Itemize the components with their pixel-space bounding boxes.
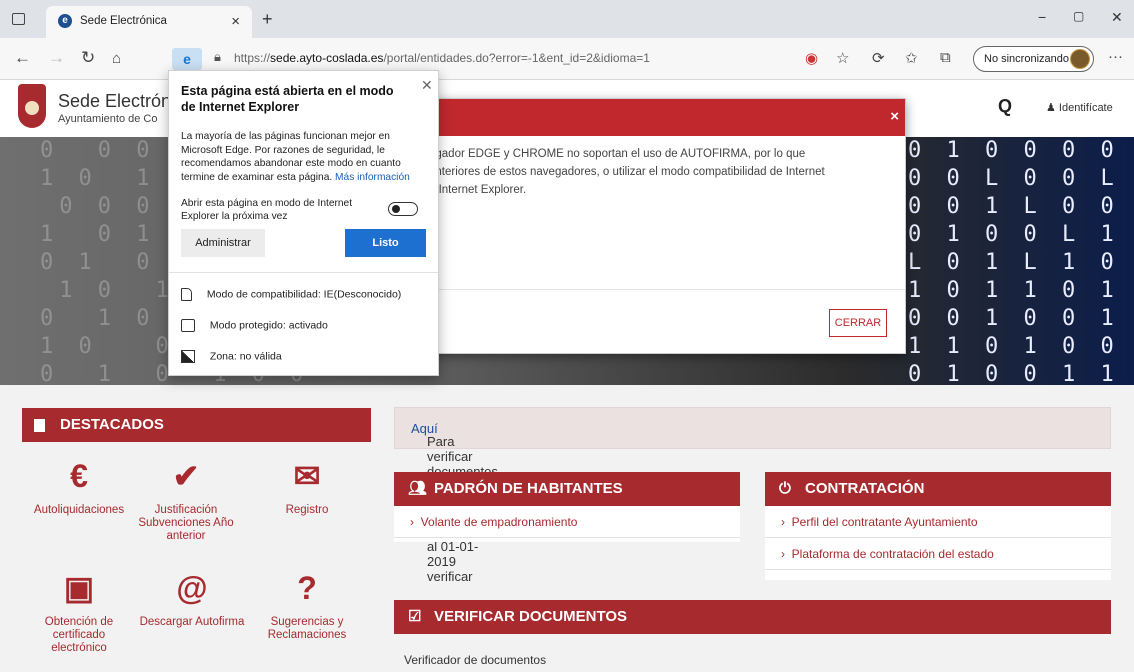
browser-tab[interactable]: e Sede Electrónica × xyxy=(46,6,252,38)
minimize-button[interactable]: − xyxy=(1038,9,1046,25)
tab-close-icon[interactable]: × xyxy=(231,13,240,30)
collections-icon[interactable]: ⧉ xyxy=(940,49,951,66)
destacados-section: DESTACADOS € Autoliquidaciones ✔ Justifi… xyxy=(22,408,371,672)
link-perfil-contratante[interactable]: › Perfil del contratante Ayuntamiento xyxy=(765,506,1111,538)
tile-sugerencias-reclamaciones[interactable]: ? Sugerencias y Reclamaciones xyxy=(252,568,362,642)
more-menu-icon[interactable]: ··· xyxy=(1108,48,1123,65)
tile-autoliquidaciones[interactable]: € Autoliquidaciones xyxy=(24,456,134,517)
home-icon[interactable]: ⌂ xyxy=(112,50,121,67)
add-favorite-icon[interactable]: ☆ xyxy=(836,49,849,67)
protected-mode-icon xyxy=(181,319,195,332)
power-icon: ⏻ xyxy=(779,480,791,497)
ie-mode-icon[interactable]: e xyxy=(172,48,202,70)
document-icon xyxy=(181,288,192,301)
close-window-button[interactable]: ✕ xyxy=(1111,9,1123,26)
verification-notice: Para verificar documentos del Patronato … xyxy=(394,407,1111,584)
destacados-title: DESTACADOS xyxy=(60,416,164,433)
bookmark-icon xyxy=(34,419,45,432)
search-icon[interactable]: Q xyxy=(998,96,1012,117)
identify-link[interactable]: ♟︎ Identifícate xyxy=(1046,101,1113,114)
checkbox-icon: ✔ xyxy=(172,458,200,494)
protected-mode-row: Modo protegido: activado xyxy=(181,319,328,332)
verificar-panel: ☑ VERIFICAR DOCUMENTOS Verificador de do… xyxy=(394,600,1111,672)
destacados-header: DESTACADOS xyxy=(22,408,371,442)
ie-favicon-icon: e xyxy=(58,14,72,28)
extensions-icon[interactable]: ⟳ xyxy=(872,49,885,67)
more-info-link[interactable]: Más información xyxy=(335,172,410,183)
euro-icon: € xyxy=(70,458,88,494)
modal-footer-divider xyxy=(399,289,905,290)
back-icon[interactable]: ← xyxy=(14,48,31,68)
verificador-link[interactable]: Verificador de documentos xyxy=(394,644,1111,672)
listo-button[interactable]: Listo xyxy=(345,229,426,257)
padron-panel: 👥︎ PADRÓN DE HABITANTES › Volante de emp… xyxy=(394,472,740,542)
zone-icon xyxy=(181,350,195,363)
compatibility-mode-row: Modo de compatibilidad: IE(Desconocido) xyxy=(181,288,401,301)
modal-message: egador EDGE y CHROME no soportan el uso … xyxy=(429,148,825,196)
ie-next-time-toggle[interactable] xyxy=(388,202,418,216)
tile-certificado-electronico[interactable]: ▣ Obtención de certificado electrónico xyxy=(24,568,134,655)
people-icon: 👥︎ xyxy=(408,480,428,497)
link-plataforma-contratacion[interactable]: › Plataforma de contratación del estado xyxy=(765,538,1111,570)
modal-header: × xyxy=(399,99,905,136)
checkbox-icon: ☑ xyxy=(408,608,422,625)
contratacion-header: ⏻ CONTRATACIÓN xyxy=(765,472,1111,506)
toggle-knob xyxy=(392,205,400,213)
zone-row: Zona: no válida xyxy=(181,350,282,363)
padron-header: 👥︎ PADRÓN DE HABITANTES xyxy=(394,472,740,506)
at-sign-icon: @ xyxy=(176,570,208,606)
tile-justificacion-subvenciones[interactable]: ✔ Justificación Subvenciones Año anterio… xyxy=(131,456,241,543)
tile-registro[interactable]: ✉ Registro xyxy=(252,456,362,517)
tab-title: Sede Electrónica xyxy=(80,15,167,27)
refresh-icon[interactable]: ↻ xyxy=(81,48,95,68)
link-volante-empadronamiento[interactable]: › Volante de empadronamiento xyxy=(394,506,740,538)
ie-popup-divider xyxy=(169,272,438,273)
lock-icon[interactable]: 🔒︎ xyxy=(214,49,221,65)
envelope-icon: ✉ xyxy=(293,458,321,494)
favorites-icon[interactable]: ✩ xyxy=(905,49,918,67)
url-field[interactable]: https://sede.ayto-coslada.es/portal/enti… xyxy=(234,51,650,65)
profile-sync-button[interactable]: No sincronizando xyxy=(973,46,1094,72)
verificar-header: ☑ VERIFICAR DOCUMENTOS xyxy=(394,600,1111,634)
modal-close-icon[interactable]: × xyxy=(890,108,899,125)
sync-label: No sincronizando xyxy=(984,53,1069,65)
autofirma-warning-modal: × egador EDGE y CHROME no soportan el us… xyxy=(398,98,906,354)
tracking-block-icon[interactable]: ◉ xyxy=(805,49,818,67)
browser-tab-strip: e Sede Electrónica × + − ▢ ✕ xyxy=(0,0,1134,38)
tab-actions-icon[interactable] xyxy=(12,13,25,25)
administrar-button[interactable]: Administrar xyxy=(181,229,265,257)
site-subtitle: Ayuntamiento de Co xyxy=(58,113,158,125)
cerrar-button[interactable]: CERRAR xyxy=(829,309,887,337)
contratacion-panel: ⏻ CONTRATACIÓN › Perfil del contratante … xyxy=(765,472,1111,580)
new-tab-button[interactable]: + xyxy=(262,9,273,30)
question-mark-icon: ? xyxy=(297,570,317,606)
ie-popup-title: Esta página está abierta en el modo de I… xyxy=(181,84,394,114)
forward-icon[interactable]: → xyxy=(48,48,65,68)
maximize-button[interactable]: ▢ xyxy=(1073,9,1084,23)
ie-next-time-label: Abrir esta página en modo de Internet Ex… xyxy=(181,198,353,222)
ie-popup-description: La mayoría de las páginas funcionan mejo… xyxy=(181,131,410,183)
tile-descargar-autofirma[interactable]: @ Descargar Autofirma xyxy=(137,568,247,629)
coslada-coat-of-arms-logo[interactable] xyxy=(18,84,46,128)
avatar xyxy=(1070,49,1090,69)
ie-mode-popup: Esta página está abierta en el modo de I… xyxy=(168,70,439,376)
id-card-icon: ▣ xyxy=(63,570,95,606)
ie-popup-close-icon[interactable]: ✕ xyxy=(421,77,433,94)
user-icon: ♟︎ xyxy=(1046,102,1059,114)
site-title[interactable]: Sede Electróni xyxy=(58,91,175,112)
